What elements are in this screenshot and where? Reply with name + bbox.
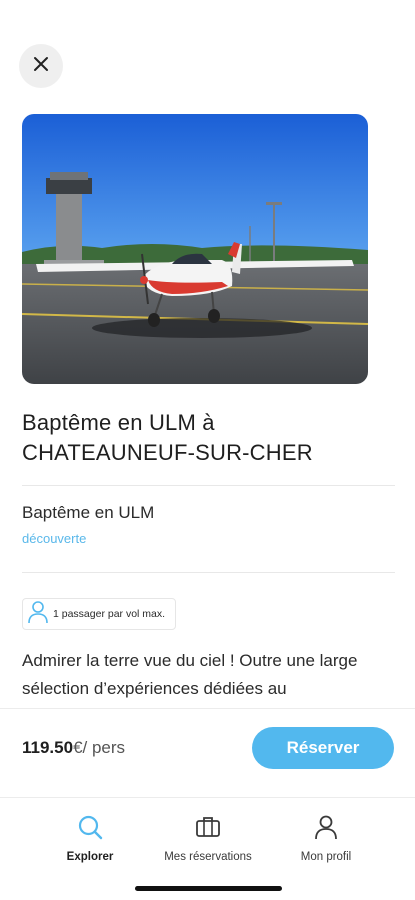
user-icon [313,814,339,845]
search-icon [77,814,103,845]
price-unit: €/ pers [73,738,126,757]
capacity-badge: 1 passager par vol max. [22,598,177,630]
tab-profile[interactable]: Mon profil [266,814,386,863]
tab-label: Mes réservations [164,851,252,863]
capacity-text: 1 passager par vol max. [53,608,166,620]
activity-description: Admirer la terre vue du ciel ! Outre une… [22,651,358,698]
title-line-1: Baptême en ULM à [22,410,215,435]
title-line-2: CHATEAUNEUF-SUR-CHER [22,440,313,465]
divider [22,485,395,486]
category-link[interactable]: découverte [22,531,86,546]
bottom-tab-bar: Explorer Mes réservations Mon profil [0,797,415,900]
tab-label: Explorer [66,851,114,863]
activity-title: Baptême en ULM à CHATEAUNEUF-SUR-CHER [22,408,392,468]
tab-reservations[interactable]: Mes réservations [148,814,268,863]
price: 119.50€/ pers [22,738,125,758]
divider [22,572,395,573]
close-icon [33,56,49,77]
briefcase-icon [195,814,221,845]
tab-explorer[interactable]: Explorer [30,814,150,863]
tab-label: Mon profil [300,851,352,863]
user-icon [27,600,49,629]
activity-photo [22,114,368,384]
close-button[interactable] [19,44,63,88]
home-indicator[interactable] [135,886,282,891]
booking-bar: 119.50€/ pers Réserver [0,708,415,794]
activity-subtitle: Baptême en ULM [22,503,155,522]
reserve-button[interactable]: Réserver [252,727,394,769]
price-amount: 119.50 [22,738,74,757]
